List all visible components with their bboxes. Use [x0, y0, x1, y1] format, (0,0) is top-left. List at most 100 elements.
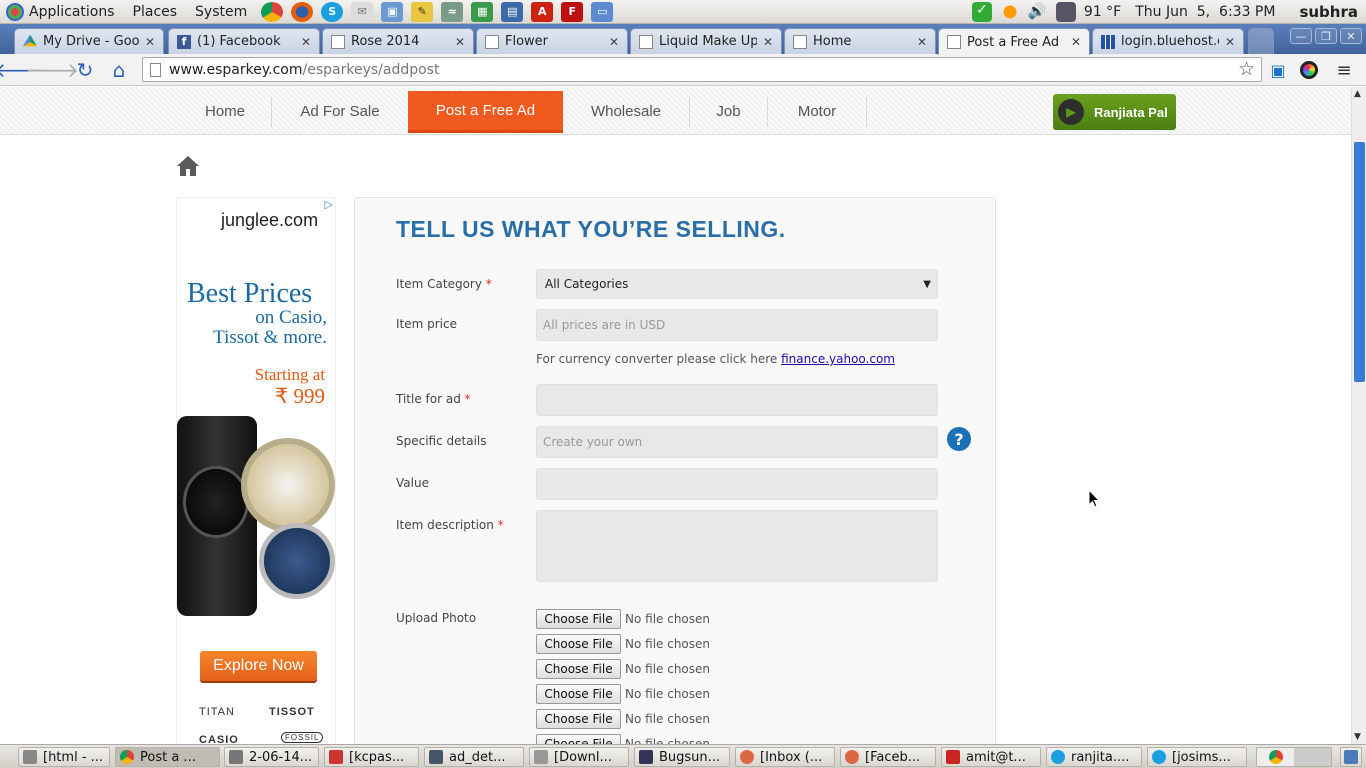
filezilla-launcher-icon[interactable]: F	[561, 1, 584, 22]
item-category-select[interactable]: All Categories ▼	[536, 269, 938, 299]
taskbar-label: Post a ...	[140, 749, 196, 765]
spreadsheet-launcher-icon[interactable]: ▦	[471, 1, 494, 22]
choose-file-button[interactable]: Choose File	[536, 659, 621, 679]
bookmark-star-icon[interactable]: ☆	[1238, 58, 1255, 80]
taskbar-label: ad_det...	[449, 749, 506, 765]
close-window-button[interactable]: ✕	[1340, 28, 1362, 44]
taskbar-item[interactable]: [Inbox (...	[735, 747, 835, 767]
nav-home[interactable]: Home	[180, 91, 270, 131]
nav-post-free-ad[interactable]: Post a Free Ad	[408, 91, 563, 133]
tab-rose-2014[interactable]: Rose 2014 ✕	[322, 28, 474, 54]
maximize-window-button[interactable]: ❐	[1315, 28, 1337, 44]
adchoices-icon[interactable]: ▷	[325, 198, 333, 211]
update-check-icon[interactable]: ✓	[971, 2, 992, 22]
show-desktop-button[interactable]	[1340, 747, 1362, 767]
chrome-menu-icon[interactable]: ≡	[1332, 58, 1356, 82]
mail-launcher-icon[interactable]: ✉	[351, 1, 374, 22]
chrome-launcher-icon[interactable]	[261, 1, 284, 22]
taskbar-item[interactable]: [Faceb...	[840, 747, 936, 767]
currency-converter-link[interactable]: finance.yahoo.com	[781, 352, 895, 366]
clock[interactable]: Thu Jun 5, 6:33 PM	[1135, 4, 1275, 20]
close-tab-icon[interactable]: ✕	[763, 35, 773, 49]
specific-details-input[interactable]: Create your own	[536, 426, 938, 458]
nav-motor[interactable]: Motor	[768, 91, 866, 131]
choose-file-button[interactable]: Choose File	[536, 609, 621, 629]
value-input[interactable]	[536, 468, 938, 500]
new-tab-button[interactable]	[1248, 28, 1274, 54]
close-tab-icon[interactable]: ✕	[455, 35, 465, 49]
network-launcher-icon[interactable]: ≈	[441, 1, 464, 22]
volume-icon[interactable]: 🔊	[1028, 2, 1048, 22]
extension-screen-icon[interactable]: ▣	[1266, 58, 1290, 82]
user-account-button[interactable]: ▶ Ranjiata Pal	[1053, 94, 1176, 130]
home-button[interactable]: ⌂	[107, 58, 131, 82]
folder-launcher-icon[interactable]: ▭	[591, 1, 614, 22]
forward-button[interactable]: 🡒	[25, 58, 79, 82]
temperature-readout[interactable]: 91 °F	[1084, 4, 1121, 20]
file-status: No file chosen	[625, 637, 711, 651]
explore-now-button[interactable]: Explore Now	[200, 651, 317, 681]
workspace-switcher[interactable]	[1256, 747, 1332, 767]
network-status-icon[interactable]	[1055, 2, 1076, 22]
taskbar-item[interactable]: [kcpas...	[324, 747, 419, 767]
tab-title: Post a Free Ad	[967, 34, 1060, 50]
scrollbar-thumb[interactable]	[1354, 142, 1365, 382]
taskbar-item[interactable]: 2-06-14...	[224, 747, 319, 767]
nav-job[interactable]: Job	[690, 91, 767, 131]
pdf-launcher-icon[interactable]: A	[531, 1, 554, 22]
document-launcher-icon[interactable]: ▤	[501, 1, 524, 22]
taskbar-item[interactable]: amit@t...	[941, 747, 1041, 767]
close-tab-icon[interactable]: ✕	[1225, 35, 1235, 49]
firefox-launcher-icon[interactable]	[291, 1, 314, 22]
item-price-input[interactable]: All prices are in USD	[536, 309, 938, 341]
tab-post-a-free-ad[interactable]: Post a Free Ad ✕	[938, 28, 1090, 55]
tab-bluehost-login[interactable]: login.bluehost.cc ✕	[1092, 28, 1244, 54]
tab-flower[interactable]: Flower ✕	[476, 28, 628, 54]
choose-file-button[interactable]: Choose File	[536, 709, 621, 729]
taskbar-item[interactable]: [josims...	[1147, 747, 1247, 767]
notes-launcher-icon[interactable]: ✎	[411, 1, 434, 22]
tab-liquid-make-up[interactable]: Liquid Make Up ✕	[630, 28, 782, 54]
item-description-textarea[interactable]	[536, 510, 938, 582]
page-icon	[485, 34, 499, 49]
tab-home[interactable]: Home ✕	[784, 28, 936, 54]
scroll-down-arrow-icon[interactable]: ▼	[1354, 732, 1361, 742]
close-tab-icon[interactable]: ✕	[917, 35, 927, 49]
close-tab-icon[interactable]: ✕	[145, 35, 155, 49]
home-icon[interactable]	[176, 154, 200, 178]
skype-launcher-icon[interactable]: S	[321, 1, 344, 22]
scroll-up-arrow-icon[interactable]: ▲	[1354, 89, 1361, 99]
weather-sun-icon[interactable]	[999, 2, 1020, 22]
nav-wholesale[interactable]: Wholesale	[563, 91, 689, 131]
user-name: Ranjiata Pal	[1094, 104, 1168, 120]
extension-color-icon[interactable]	[1297, 58, 1321, 82]
page-scrollbar[interactable]: ▲ ▼	[1351, 87, 1366, 744]
places-menu[interactable]: Places	[125, 4, 188, 20]
taskbar-item[interactable]: Post a ...	[115, 747, 220, 767]
applications-menu[interactable]: Applications	[0, 2, 125, 21]
system-menu[interactable]: System	[187, 4, 257, 20]
address-bar[interactable]: www.esparkey.com/esparkeys/addpost ☆	[142, 57, 1262, 82]
close-tab-icon[interactable]: ✕	[301, 35, 311, 49]
reload-button[interactable]: ↻	[73, 58, 97, 82]
window-icon	[23, 750, 37, 764]
tab-my-drive[interactable]: My Drive - Google ✕	[14, 28, 164, 54]
close-tab-icon[interactable]: ✕	[609, 35, 619, 49]
choose-file-button[interactable]: Choose File	[536, 734, 621, 744]
taskbar-item[interactable]: ranjita....	[1046, 747, 1142, 767]
choose-file-button[interactable]: Choose File	[536, 684, 621, 704]
tab-facebook[interactable]: f (1) Facebook ✕	[168, 28, 320, 54]
taskbar-item[interactable]: [Downl...	[529, 747, 629, 767]
ad-title-input[interactable]	[536, 384, 938, 416]
advertisement-banner[interactable]: ▷ junglee.com Best Prices on Casio, Tiss…	[176, 197, 336, 744]
help-icon[interactable]: ?	[947, 427, 971, 451]
choose-file-button[interactable]: Choose File	[536, 634, 621, 654]
box-launcher-icon[interactable]: ▣	[381, 1, 404, 22]
taskbar-item[interactable]: [html - ...	[18, 747, 110, 767]
taskbar-item[interactable]: Bugsun...	[634, 747, 730, 767]
close-tab-icon[interactable]: ✕	[1071, 35, 1081, 49]
taskbar-item[interactable]: ad_det...	[424, 747, 524, 767]
minimize-window-button[interactable]: —	[1290, 28, 1312, 44]
nav-ad-for-sale[interactable]: Ad For Sale	[272, 91, 408, 131]
session-username[interactable]: subhra	[1299, 3, 1358, 21]
